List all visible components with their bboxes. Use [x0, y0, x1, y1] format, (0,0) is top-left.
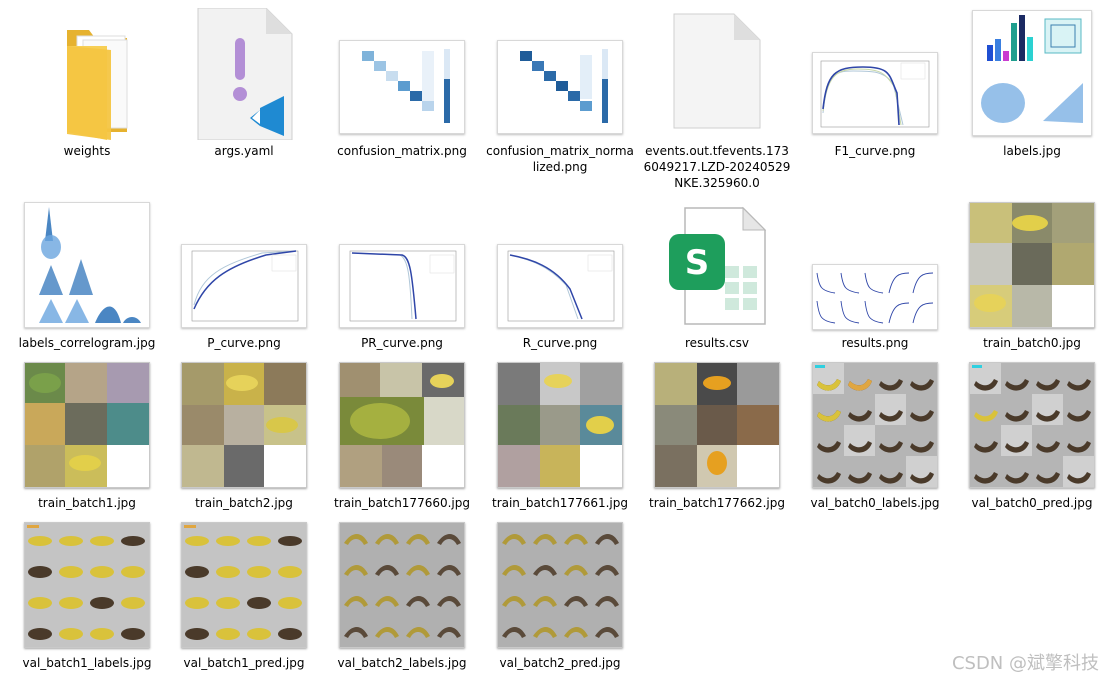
file-tile-f1-curve[interactable]: F1_curve.png [800, 0, 950, 160]
file-label: PR_curve.png [361, 336, 443, 350]
file-label: val_batch1_pred.jpg [183, 656, 305, 670]
file-tile-val-batch1-labels[interactable]: val_batch1_labels.jpg [12, 518, 162, 678]
file-label: train_batch177662.jpg [648, 496, 785, 510]
file-label: args.yaml [214, 144, 274, 158]
file-tile-r-curve[interactable]: R_curve.png [485, 198, 635, 358]
pr-curve-thumbnail [339, 244, 465, 328]
file-label: P_curve.png [207, 336, 281, 350]
file-label: train_batch1.jpg [38, 496, 136, 510]
file-label: train_batch0.jpg [983, 336, 1081, 350]
svg-text:S: S [685, 243, 710, 283]
file-tile-train-batch2[interactable]: train_batch2.jpg [169, 358, 319, 518]
train-batch2-thumbnail [181, 362, 307, 488]
file-label: train_batch177661.jpg [491, 496, 628, 510]
file-label: R_curve.png [522, 336, 598, 350]
file-label: results.csv [685, 336, 749, 350]
file-tile-labels-correlogram[interactable]: labels_correlogram.jpg [12, 198, 162, 358]
file-label: weights [63, 144, 111, 158]
train-batch177660-thumbnail [339, 362, 465, 488]
confusion-matrix-thumbnail [339, 40, 465, 134]
file-tile-pr-curve[interactable]: PR_curve.png [327, 198, 477, 358]
train-batch177662-thumbnail [654, 362, 780, 488]
file-tile-results-png[interactable]: results.png [800, 198, 950, 358]
csdn-watermark: CSDN @斌擎科技 [951, 653, 1099, 674]
f1-curve-thumbnail [812, 52, 938, 134]
file-label: val_batch2_labels.jpg [337, 656, 467, 670]
file-label: confusion_matrix.png [337, 144, 467, 158]
folder-icon [37, 10, 137, 140]
file-label: train_batch177660.jpg [333, 496, 470, 510]
file-label: events.out.tfevents.1736049217.LZD-20240… [643, 144, 791, 190]
file-tile-train-batch177660[interactable]: train_batch177660.jpg [327, 358, 477, 518]
labels-thumbnail [972, 10, 1092, 136]
file-label: train_batch2.jpg [195, 496, 293, 510]
spreadsheet-csv-icon: S [667, 206, 767, 326]
file-tile-p-curve[interactable]: P_curve.png [169, 198, 319, 358]
vscode-yaml-file-icon [194, 8, 294, 140]
file-label: val_batch0_labels.jpg [810, 496, 940, 510]
file-label: val_batch2_pred.jpg [499, 656, 621, 670]
results-thumbnail [812, 264, 938, 330]
file-tile-confusion-matrix[interactable]: confusion_matrix.png [327, 0, 477, 160]
file-tile-confusion-matrix-normalized[interactable]: confusion_matrix_normalized.png [485, 0, 635, 174]
val-batch1-pred-thumbnail [181, 522, 307, 648]
file-label: labels_correlogram.jpg [18, 336, 156, 350]
file-label: labels.jpg [1003, 144, 1061, 158]
p-curve-thumbnail [181, 244, 307, 328]
train-batch1-thumbnail [24, 362, 150, 488]
file-tile-train-batch177661[interactable]: train_batch177661.jpg [485, 358, 635, 518]
file-tile-val-batch1-pred[interactable]: val_batch1_pred.jpg [169, 518, 319, 678]
file-label: val_batch0_pred.jpg [971, 496, 1093, 510]
file-tile-train-batch0[interactable]: train_batch0.jpg [957, 198, 1105, 358]
file-tile-train-batch177662[interactable]: train_batch177662.jpg [642, 358, 792, 518]
file-tile-val-batch2-labels[interactable]: val_batch2_labels.jpg [327, 518, 477, 678]
labels-correlogram-thumbnail [24, 202, 150, 328]
file-tile-tfevents[interactable]: events.out.tfevents.1736049217.LZD-20240… [642, 0, 792, 190]
file-tile-train-batch1[interactable]: train_batch1.jpg [12, 358, 162, 518]
val-batch2-pred-thumbnail [497, 522, 623, 648]
r-curve-thumbnail [497, 244, 623, 328]
val-batch1-labels-thumbnail [24, 522, 150, 648]
file-label: val_batch1_labels.jpg [22, 656, 152, 670]
file-tile-weights[interactable]: weights [12, 0, 162, 160]
file-label: results.png [841, 336, 909, 350]
val-batch0-labels-thumbnail [812, 362, 938, 488]
val-batch2-labels-thumbnail [339, 522, 465, 648]
train-batch0-thumbnail [969, 202, 1095, 328]
file-tile-val-batch0-pred[interactable]: val_batch0_pred.jpg [957, 358, 1105, 518]
train-batch177661-thumbnail [497, 362, 623, 488]
file-tile-val-batch2-pred[interactable]: val_batch2_pred.jpg [485, 518, 635, 678]
val-batch0-pred-thumbnail [969, 362, 1095, 488]
file-label: F1_curve.png [834, 144, 916, 158]
file-tile-val-batch0-labels[interactable]: val_batch0_labels.jpg [800, 358, 950, 518]
confusion-matrix-normalized-thumbnail [497, 40, 623, 134]
file-tile-args-yaml[interactable]: args.yaml [169, 0, 319, 160]
file-tile-labels[interactable]: labels.jpg [957, 0, 1105, 160]
file-tile-results-csv[interactable]: S results.csv [642, 198, 792, 358]
file-label: confusion_matrix_normalized.png [486, 144, 634, 174]
generic-file-icon [672, 12, 762, 130]
